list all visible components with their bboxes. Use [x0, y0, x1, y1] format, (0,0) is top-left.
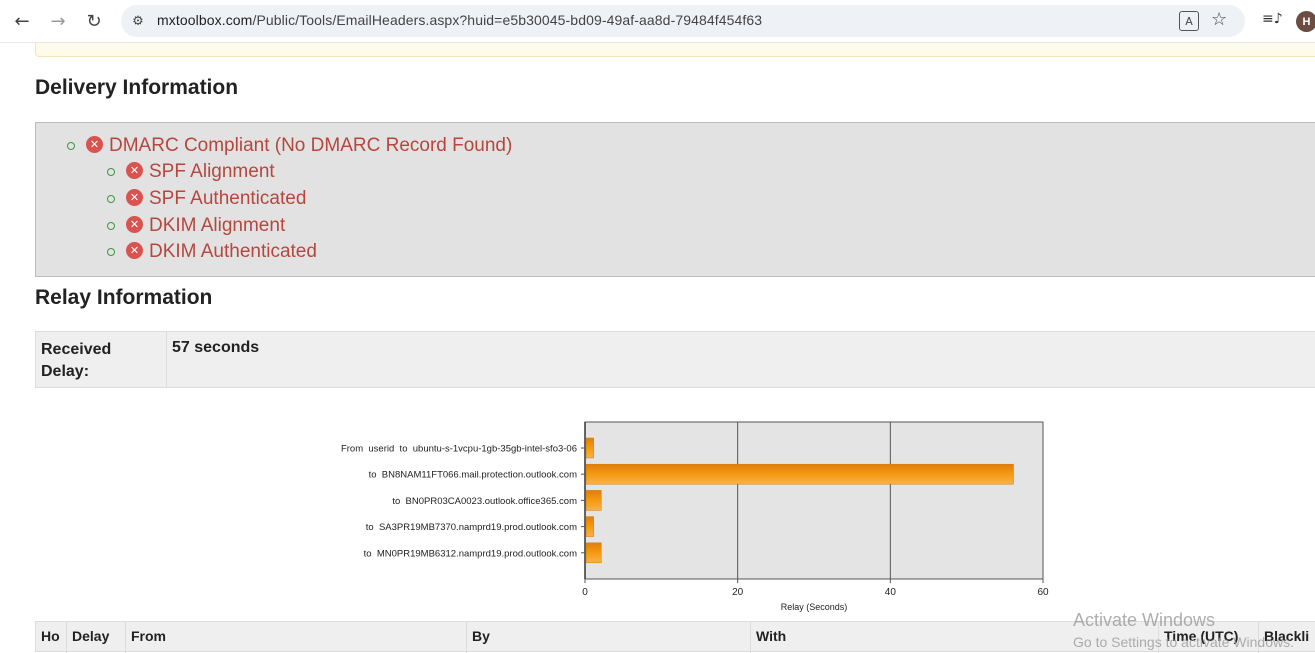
column-header-delay: Delay	[66, 622, 125, 653]
table-divider	[166, 332, 167, 387]
profile-avatar[interactable]: H	[1296, 11, 1315, 32]
translate-icon[interactable]: A	[1179, 11, 1199, 31]
site-settings-icon[interactable]: ⚙	[129, 12, 147, 30]
column-header-with: With	[750, 622, 1158, 653]
delivery-heading: Delivery Information	[35, 76, 239, 99]
check-label: DKIM Authenticated	[149, 241, 317, 262]
x-tick-label: 0	[582, 587, 588, 598]
address-bar[interactable]: ⚙ mxtoolbox.com/Public/Tools/EmailHeader…	[121, 5, 1245, 37]
x-axis-label: Relay (Seconds)	[781, 602, 848, 612]
bullet-icon	[107, 248, 115, 256]
bar	[585, 542, 602, 564]
reload-icon[interactable]: ↻	[81, 8, 107, 34]
column-header-hop: Ho	[41, 628, 60, 644]
bullet-icon	[107, 222, 115, 230]
media-controls-icon[interactable]: ≡♪	[1262, 11, 1283, 29]
check-label: SPF Alignment	[149, 161, 275, 182]
y-category-label: to SA3PR19MB7370.namprd19.prod.outlook.c…	[366, 522, 577, 533]
received-delay-table: Received Delay: 57 seconds	[35, 331, 1315, 388]
bar	[585, 463, 1014, 485]
bar	[585, 490, 602, 511]
check-item-dkim-alignment: ✕ DKIM Alignment	[107, 215, 285, 237]
check-item-spf-alignment: ✕ SPF Alignment	[107, 161, 275, 183]
x-tick-label: 40	[885, 587, 897, 598]
bullet-icon	[67, 142, 75, 150]
column-header-blacklist: Blackli	[1258, 622, 1315, 653]
relay-chart: 0 20 40 60 From userid to ubuntu-s-1vcpu-1gb…	[320, 412, 1060, 617]
back-arrow-icon[interactable]: ←	[9, 8, 35, 34]
url-path: /Public/Tools/EmailHeaders.aspx?huid=e5b…	[252, 12, 763, 28]
x-tick-label: 20	[732, 587, 744, 598]
check-item-dkim-authenticated: ✕ DKIM Authenticated	[107, 241, 317, 263]
fail-x-icon: ✕	[86, 135, 103, 153]
bullet-icon	[107, 168, 115, 176]
browser-toolbar: ← → ↻ ⚙ mxtoolbox.com/Public/Tools/Email…	[0, 0, 1315, 43]
y-category-label: to BN0PR03CA0023.outlook.office365.com	[392, 496, 577, 507]
column-header-time: Time (UTC)	[1158, 622, 1258, 653]
check-item-spf-authenticated: ✕ SPF Authenticated	[107, 188, 306, 210]
hops-table-header: Ho Delay From By With Time (UTC) Blackli	[35, 621, 1315, 653]
bar	[585, 437, 594, 459]
x-tick-label: 60	[1037, 587, 1049, 598]
fail-x-icon: ✕	[126, 188, 143, 206]
fail-x-icon: ✕	[126, 161, 143, 179]
url-host: mxtoolbox.com	[157, 12, 253, 28]
y-category-label: to MN0PR19MB6312.namprd19.prod.outlook.c…	[364, 548, 577, 559]
dmarc-compliance-item: ✕ DMARC Compliant (No DMARC Record Found…	[67, 135, 512, 157]
dmarc-label: DMARC Compliant (No DMARC Record Found)	[109, 135, 513, 156]
plot-area	[584, 421, 1044, 580]
y-category-label: From userid to ubuntu-s-1vcpu-1gb-35gb-i…	[341, 444, 577, 455]
dmarc-panel: ✕ DMARC Compliant (No DMARC Record Found…	[35, 122, 1315, 277]
column-header-from: From	[125, 622, 466, 653]
check-label: DKIM Alignment	[149, 215, 286, 236]
fail-x-icon: ✕	[126, 241, 143, 259]
notice-banner	[35, 43, 1315, 57]
forward-arrow-icon[interactable]: →	[45, 8, 71, 34]
address-url[interactable]: mxtoolbox.com/Public/Tools/EmailHeaders.…	[157, 12, 762, 28]
relay-heading: Relay Information	[35, 286, 213, 309]
received-delay-label: Received Delay:	[41, 341, 112, 380]
bullet-icon	[107, 195, 115, 203]
bar	[585, 516, 594, 537]
column-header-by: By	[466, 622, 750, 653]
relay-chart-svg: 0 20 40 60 From userid to ubuntu-s-1vcpu-1gb…	[341, 421, 1049, 612]
check-label: SPF Authenticated	[149, 188, 307, 209]
y-category-label: to BN8NAM11FT066.mail.protection.outlook…	[369, 470, 577, 481]
bookmark-star-icon[interactable]: ☆	[1211, 9, 1227, 30]
received-delay-value: 57 seconds	[172, 339, 260, 356]
fail-x-icon: ✕	[126, 215, 143, 233]
